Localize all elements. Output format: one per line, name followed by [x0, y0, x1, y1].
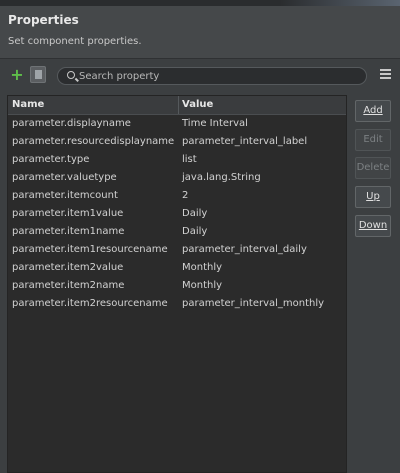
column-separator[interactable] — [178, 96, 179, 114]
header: Properties Set component properties. — [0, 6, 400, 59]
down-button[interactable]: Down — [355, 215, 391, 237]
cell-value: Daily — [182, 226, 208, 237]
table-row[interactable]: parameter.item1name Daily — [8, 223, 346, 241]
table-row[interactable]: parameter.itemcount 2 — [8, 187, 346, 205]
cell-name: parameter.item2resourcename — [12, 298, 168, 309]
table-row[interactable]: parameter.item2resourcename parameter_in… — [8, 295, 346, 313]
cell-value: Time Interval — [182, 118, 248, 129]
cell-value: parameter_interval_monthly — [182, 298, 325, 309]
page-title: Properties — [8, 13, 79, 27]
search-icon — [67, 71, 75, 79]
properties-table[interactable]: Name Value parameter.displayname Time In… — [7, 95, 347, 473]
menu-icon-bar — [380, 77, 391, 79]
up-button[interactable]: Up — [355, 186, 391, 208]
cell-name: parameter.item2value — [12, 262, 124, 273]
cell-value: java.lang.String — [182, 172, 261, 183]
cell-value: list — [182, 154, 197, 165]
cell-name: parameter.displayname — [12, 118, 131, 129]
table-row[interactable]: parameter.item2name Monthly — [8, 277, 346, 295]
page-subtitle: Set component properties. — [8, 36, 142, 47]
delete-button[interactable]: Delete — [355, 157, 391, 179]
cell-name: parameter.item1resourcename — [12, 244, 168, 255]
cell-name: parameter.itemcount — [12, 190, 118, 201]
column-header-name[interactable]: Name — [12, 99, 44, 110]
add-button[interactable]: Add — [355, 100, 391, 122]
cell-value: Monthly — [182, 262, 223, 273]
column-header-value[interactable]: Value — [182, 99, 213, 110]
cell-value: Daily — [182, 208, 208, 219]
table-row[interactable]: parameter.item1resourcename parameter_in… — [8, 241, 346, 259]
plus-icon[interactable]: + — [10, 67, 24, 83]
cell-value: parameter_interval_label — [182, 136, 308, 147]
table-header: Name Value — [8, 96, 346, 115]
table-row[interactable]: parameter.displayname Time Interval — [8, 115, 346, 133]
document-icon[interactable] — [30, 66, 46, 83]
menu-icon-bar — [380, 69, 391, 71]
edit-button[interactable]: Edit — [355, 129, 391, 151]
search-input[interactable] — [79, 68, 359, 84]
table-row[interactable]: parameter.resourcedisplayname parameter_… — [8, 133, 346, 151]
search-box[interactable] — [57, 67, 367, 85]
cell-value: Monthly — [182, 280, 223, 291]
cell-name: parameter.type — [12, 154, 90, 165]
cell-name: parameter.resourcedisplayname — [12, 136, 175, 147]
table-row[interactable]: parameter.type list — [8, 151, 346, 169]
cell-value: parameter_interval_daily — [182, 244, 307, 255]
cell-name: parameter.item1value — [12, 208, 124, 219]
table-row[interactable]: parameter.item2value Monthly — [8, 259, 346, 277]
cell-name: parameter.item1name — [12, 226, 125, 237]
cell-name: parameter.valuetype — [12, 172, 117, 183]
menu-icon[interactable] — [380, 69, 391, 80]
table-row[interactable]: parameter.valuetype java.lang.String — [8, 169, 346, 187]
menu-icon-bar — [380, 73, 391, 75]
table-row[interactable]: parameter.item1value Daily — [8, 205, 346, 223]
cell-value: 2 — [182, 190, 189, 201]
document-icon-paper — [35, 70, 42, 79]
cell-name: parameter.item2name — [12, 280, 125, 291]
